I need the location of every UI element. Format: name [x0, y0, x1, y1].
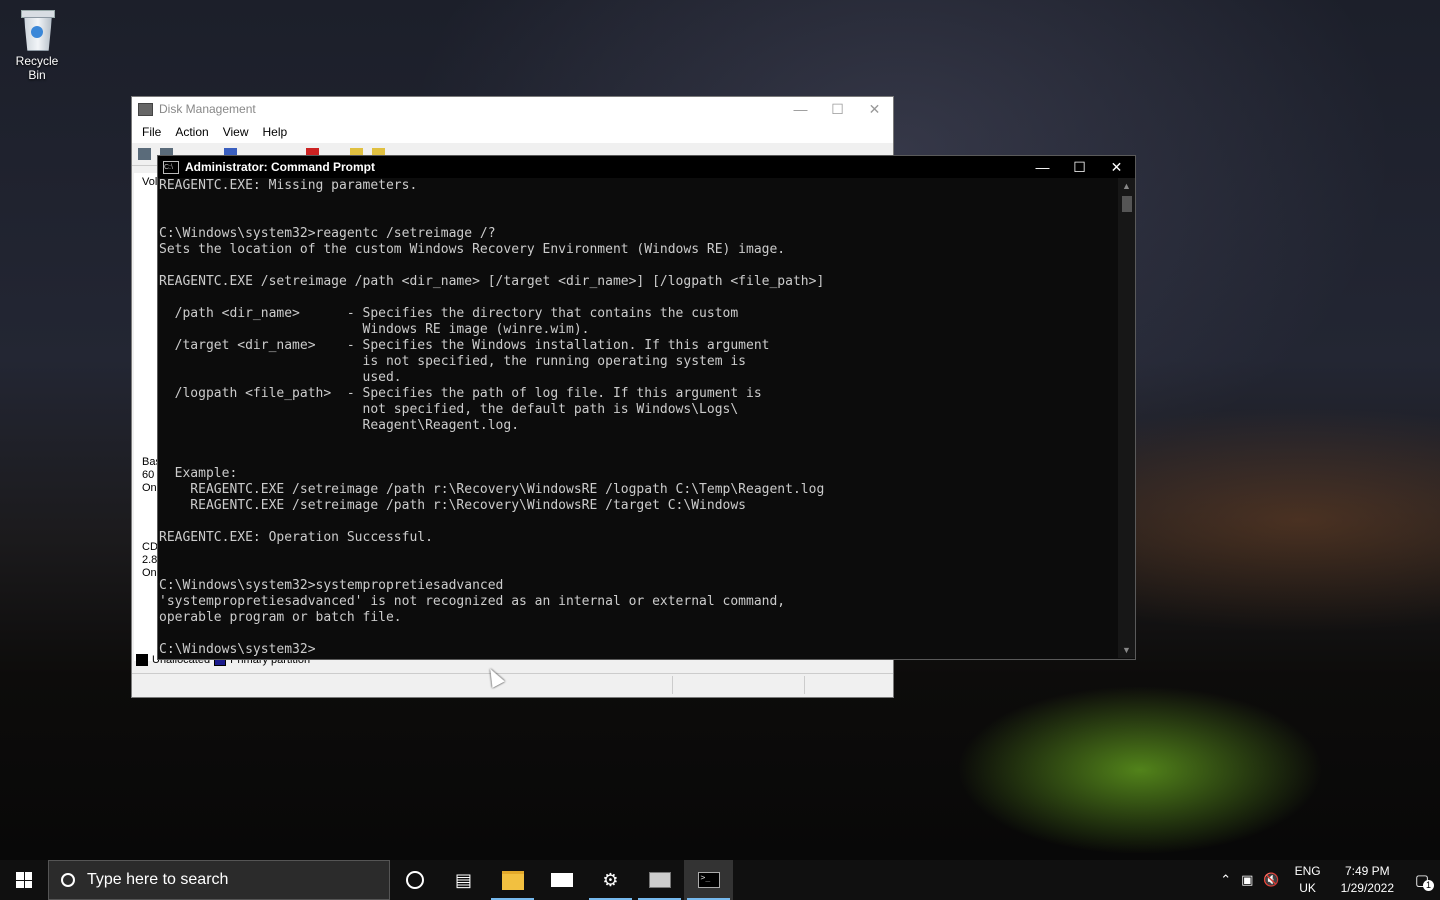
recycle-bin-icon	[19, 8, 55, 52]
console-line: C:\Windows\system32>	[159, 642, 316, 657]
command-prompt-taskbar-button[interactable]: >_	[684, 860, 733, 900]
scroll-thumb[interactable]	[1122, 196, 1132, 212]
cmd-minimize-button[interactable]: —	[1024, 159, 1061, 176]
console-line: /path <dir_name> - Specifies the directo…	[159, 306, 739, 321]
input-language[interactable]: ENG UK	[1285, 863, 1331, 897]
action-center-button[interactable]: ▢ 1	[1404, 871, 1440, 891]
console-line: Example:	[159, 466, 238, 481]
console-line: REAGENTC.EXE /setreimage /path r:\Recove…	[159, 482, 825, 497]
back-arrow-icon[interactable]	[138, 148, 151, 160]
keyboard-layout: UK	[1299, 881, 1316, 895]
taskbar-search-box[interactable]: Type here to search	[48, 860, 390, 900]
console-line: REAGENTC.EXE /setreimage /path r:\Recove…	[159, 498, 746, 513]
console-line: /logpath <file_path> - Specifies the pat…	[159, 386, 762, 401]
taskbar: Type here to search ▤ ⚙ >_ ⌃ ▣ 🔇 ENG UK …	[0, 860, 1440, 900]
menu-action[interactable]: Action	[169, 125, 216, 139]
console-line: C:\Windows\system32>reagentc /setreimage…	[159, 226, 496, 241]
notification-badge: 1	[1423, 880, 1434, 891]
disk-management-taskbar-button[interactable]	[635, 860, 684, 900]
volume-muted-icon[interactable]: 🔇	[1258, 872, 1284, 888]
disk-list-column: Vol Bas 60 Onl CD 2.8 Onl	[134, 173, 161, 661]
settings-button[interactable]: ⚙	[586, 860, 635, 900]
disk-management-app-icon	[138, 102, 153, 116]
scroll-down-icon[interactable]: ▼	[1118, 642, 1135, 658]
console-line: REAGENTC.EXE /setreimage /path <dir_name…	[159, 274, 825, 289]
cortana-button[interactable]	[390, 860, 439, 900]
show-hidden-icons-icon[interactable]: ⌃	[1215, 872, 1236, 888]
disk-management-menubar: File Action View Help	[132, 121, 893, 143]
cortana-icon	[405, 871, 424, 889]
cmd-maximize-button[interactable]: ☐	[1061, 159, 1098, 176]
file-explorer-icon	[501, 870, 524, 890]
cdrom-size: 2.8	[142, 554, 158, 566]
command-prompt-titlebar[interactable]: C:\ Administrator: Command Prompt — ☐ ✕	[158, 156, 1135, 178]
search-placeholder: Type here to search	[87, 871, 229, 888]
mail-button[interactable]	[537, 860, 586, 900]
mail-icon	[550, 873, 573, 887]
console-line: C:\Windows\system32>systempropretiesadva…	[159, 578, 504, 593]
console-line: is not specified, the running operating …	[159, 354, 746, 369]
recycle-bin-shortcut[interactable]: Recycle Bin	[6, 8, 68, 82]
task-view-icon: ▤	[454, 869, 472, 890]
menu-view[interactable]: View	[217, 125, 257, 139]
system-tray: ⌃ ▣ 🔇 ENG UK 7:49 PM 1/29/2022 ▢ 1	[1215, 860, 1440, 900]
windows-logo-icon	[16, 872, 32, 888]
clock-time: 7:49 PM	[1344, 864, 1390, 878]
volume-column-header[interactable]: Vol	[142, 176, 157, 189]
language-code: ENG	[1294, 864, 1321, 878]
menu-help[interactable]: Help	[257, 125, 296, 139]
console-line: REAGENTC.EXE: Missing parameters.	[159, 178, 418, 193]
recycle-bin-label: Recycle Bin	[15, 54, 59, 82]
cdrom-type: CD	[142, 541, 158, 553]
command-prompt-window[interactable]: C:\ Administrator: Command Prompt — ☐ ✕ …	[157, 155, 1136, 660]
menu-file[interactable]: File	[136, 125, 169, 139]
disk-management-title: Disk Management	[159, 102, 256, 116]
console-scrollbar[interactable]: ▲ ▼	[1118, 178, 1135, 658]
console-output[interactable]: REAGENTC.EXE: Missing parameters. C:\Wind…	[159, 178, 1117, 658]
settings-icon: ⚙	[602, 869, 619, 890]
console-line: Windows RE image (winre.wim).	[159, 322, 590, 337]
console-line: Reagent\Reagent.log.	[159, 418, 520, 433]
close-button[interactable]: ✕	[856, 101, 893, 118]
clock-date: 1/29/2022	[1340, 881, 1394, 895]
network-icon[interactable]: ▣	[1236, 872, 1258, 888]
disk-management-titlebar[interactable]: Disk Management — ☐ ✕	[132, 97, 893, 121]
cmd-close-button[interactable]: ✕	[1098, 159, 1135, 176]
disk-management-icon	[648, 872, 671, 888]
search-icon	[61, 873, 75, 887]
console-line: REAGENTC.EXE: Operation Successful.	[159, 530, 433, 545]
console-line: used.	[159, 370, 402, 385]
unallocated-swatch	[136, 654, 148, 666]
console-line: /target <dir_name> - Specifies the Windo…	[159, 338, 770, 353]
scroll-up-icon[interactable]: ▲	[1118, 178, 1135, 194]
start-button[interactable]	[0, 860, 48, 900]
maximize-button[interactable]: ☐	[819, 101, 856, 118]
disk-management-statusbar	[132, 673, 893, 696]
task-view-button[interactable]: ▤	[439, 860, 488, 900]
console-line: operable program or batch file.	[159, 610, 402, 625]
file-explorer-button[interactable]	[488, 860, 537, 900]
disk0-size: 60	[142, 469, 155, 481]
command-prompt-title: Administrator: Command Prompt	[185, 160, 376, 174]
console-line: Sets the location of the custom Windows …	[159, 242, 786, 257]
command-prompt-icon: >_	[697, 872, 720, 888]
minimize-button[interactable]: —	[782, 101, 819, 118]
command-prompt-app-icon: C:\	[163, 160, 179, 174]
console-line: not specified, the default path is Windo…	[159, 402, 739, 417]
taskbar-clock[interactable]: 7:49 PM 1/29/2022	[1331, 863, 1404, 897]
console-line: 'systempropretiesadvanced' is not recogn…	[159, 594, 786, 609]
